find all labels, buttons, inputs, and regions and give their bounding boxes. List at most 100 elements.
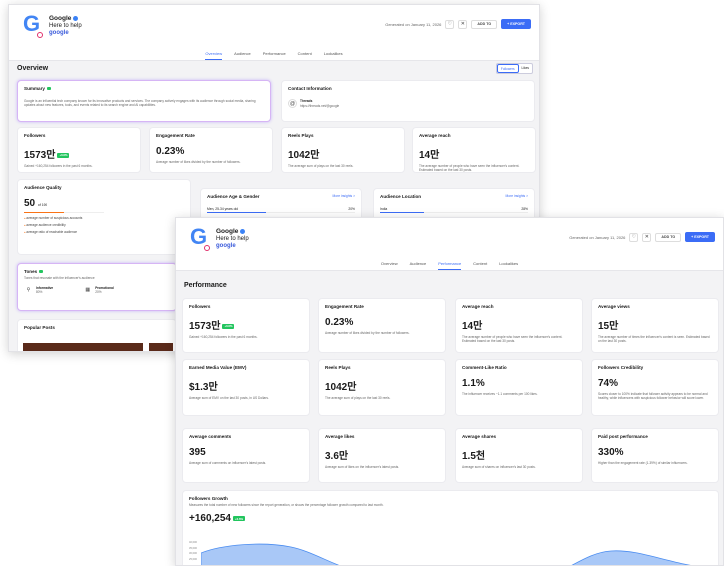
views-desc: The average number of times the influenc… — [598, 335, 710, 344]
aq-bullet-2: average audience credibility — [24, 223, 184, 227]
post-thumbnail[interactable] — [23, 343, 143, 351]
summary-text: Google is an influential tech company kn… — [24, 99, 256, 108]
comments-desc: Average sum of comments on influencer's … — [189, 461, 267, 465]
profile-header: G Google Here to help google Generated o… — [176, 218, 723, 271]
age-more-link[interactable]: More insights > — [333, 194, 355, 198]
credibility-card: Followers Credibility 74% Scores closer … — [591, 359, 719, 416]
generated-date: Generated on January 11, 2026 — [385, 21, 442, 27]
followers-growth-card: Followers Growth Measures the total numb… — [182, 490, 719, 565]
loc-title: Audience Location — [380, 194, 422, 199]
reels-desc: The average sum of plays on the last 30 … — [325, 396, 391, 400]
y-tick: 40,000 — [189, 541, 197, 544]
growth-y-axis: 40,000 35,000 30,000 25,000 — [189, 540, 197, 562]
comments-value: 395 — [189, 447, 206, 458]
reels-desc: The average sum of plays on the last 30 … — [288, 164, 354, 168]
views-value: 15만 — [598, 321, 619, 332]
close-icon[interactable]: ✕ — [642, 232, 652, 242]
brand-tagline: Here to help — [216, 236, 249, 242]
contact-card: Contact Information @ Threads https://th… — [281, 80, 535, 122]
loc-row-1-fill — [380, 212, 425, 213]
cl-title: Comment-Like Ratio — [462, 365, 507, 370]
cred-value: 74% — [598, 378, 619, 389]
avg-comments-card: Average comments 395 Average sum of comm… — [182, 428, 310, 483]
tab-performance[interactable]: Performance — [438, 261, 462, 270]
brand-handle[interactable]: google — [49, 30, 82, 37]
tab-content[interactable]: Content — [473, 261, 487, 270]
likes-desc: Average sum of likes on the influencer's… — [325, 465, 400, 469]
reels-value: 1042만 — [325, 382, 357, 393]
growth-value: +160,254 — [189, 513, 231, 525]
close-icon[interactable]: ✕ — [458, 19, 468, 29]
aq-bullet-1: average number of suspicious accounts — [24, 216, 184, 220]
followers-card: Followers 1573만 +0.6% Gained +160,254 fol… — [182, 298, 310, 353]
heart-icon[interactable]: ♡ — [629, 232, 639, 242]
engagement-value: 0.23% — [325, 317, 354, 328]
shares-desc: Average sum of shares on influencer's la… — [462, 465, 536, 469]
avg-shares-card: Average shares 1.5천 Average sum of share… — [455, 428, 583, 483]
aq-unit: of 100 — [37, 203, 48, 207]
verified-icon — [73, 15, 79, 21]
toggle-likes[interactable]: Likes — [519, 64, 532, 73]
header-actions: Generated on January 11, 2026 ♡ ✕ ADD TO… — [569, 232, 715, 242]
export-button[interactable]: + EXPORT — [501, 19, 531, 29]
heart-icon[interactable]: ♡ — [445, 19, 455, 29]
tab-overview[interactable]: Overview — [381, 261, 398, 270]
reels-value: 1042만 — [288, 150, 320, 161]
instagram-icon — [37, 32, 43, 38]
instagram-icon — [204, 245, 210, 251]
grid-icon: ▦ — [83, 285, 93, 295]
shares-value: 1.5천 — [462, 451, 486, 462]
growth-badge: +0.6% — [222, 323, 235, 329]
audience-quality-card: Audience Quality 50 of 100 average numbe… — [17, 179, 191, 255]
profile-header: G Google Here to help google Generated o… — [9, 5, 539, 61]
performance-screenshot: G Google Here to help google Generated o… — [175, 217, 724, 566]
engagement-desc: Average number of likes divided by the n… — [325, 331, 410, 335]
brand-name: Google — [216, 228, 239, 235]
paid-desc: Higher than the engagement rate (1.39%) … — [598, 461, 688, 465]
engagement-desc: Average number of likes divided by the n… — [156, 160, 241, 164]
followers-value: 1573만 — [189, 321, 221, 332]
generated-date: Generated on January 11, 2026 — [569, 234, 626, 240]
tab-audience[interactable]: Audience — [410, 261, 427, 270]
contact-url[interactable]: https://threads.net/@google — [300, 104, 339, 108]
summary-title: Summary — [24, 86, 45, 91]
add-to-button[interactable]: ADD TO — [655, 232, 682, 242]
location-pin-icon: ⚲ — [24, 285, 33, 295]
loc-more-link[interactable]: More insights > — [506, 194, 528, 198]
average-views-card: Average views 15만 The average number of … — [591, 298, 719, 353]
growth-desc: Measures the total number of new followe… — [189, 503, 384, 507]
cl-desc: The influencer receives ~1.1 comments pe… — [462, 392, 538, 396]
emv-card: Earned Media Value (EMV) $1.3만 Average s… — [182, 359, 310, 416]
threads-icon: @ — [288, 99, 297, 108]
brand-handle[interactable]: google — [216, 243, 249, 250]
brand-tagline: Here to help — [49, 23, 82, 29]
growth-title: Followers Growth — [189, 496, 228, 501]
followers-likes-toggle: Followers Likes — [495, 63, 533, 74]
aq-bar-fill — [24, 212, 64, 213]
views-title: Average views — [598, 304, 630, 309]
reels-title: Reels Plays — [325, 365, 351, 370]
tab-lookalikes[interactable]: Lookalikes — [499, 261, 518, 270]
ai-badge — [46, 87, 51, 91]
export-button[interactable]: + EXPORT — [685, 232, 715, 242]
engagement-card: Engagement Rate 0.23% Average number of … — [149, 127, 273, 173]
reach-desc: The average number of people who have se… — [462, 335, 563, 344]
loc-row-1: India — [380, 207, 388, 211]
add-to-button[interactable]: ADD TO — [471, 19, 498, 29]
age-row-1-value: 20% — [348, 207, 355, 211]
comment-like-card: Comment-Like Ratio 1.1% The influencer r… — [455, 359, 583, 416]
reach-value: 14만 — [462, 321, 483, 332]
tab-performance[interactable]: Performance — [263, 51, 286, 60]
verified-icon — [240, 228, 246, 234]
engagement-title: Engagement Rate — [325, 304, 364, 309]
tab-lookalikes[interactable]: Lookalikes — [324, 51, 343, 60]
toggle-followers[interactable]: Followers — [496, 64, 519, 73]
tab-content[interactable]: Content — [298, 51, 312, 60]
emv-title: Earned Media Value (EMV) — [189, 365, 247, 370]
tab-audience[interactable]: Audience — [234, 51, 251, 60]
tab-overview[interactable]: Overview — [205, 51, 223, 60]
tones-card: Tones Tones that resonate with the influ… — [17, 263, 177, 311]
reels-title: Reels Plays — [288, 133, 314, 138]
post-thumbnail[interactable] — [149, 343, 173, 351]
age-row-1-fill — [207, 212, 267, 213]
